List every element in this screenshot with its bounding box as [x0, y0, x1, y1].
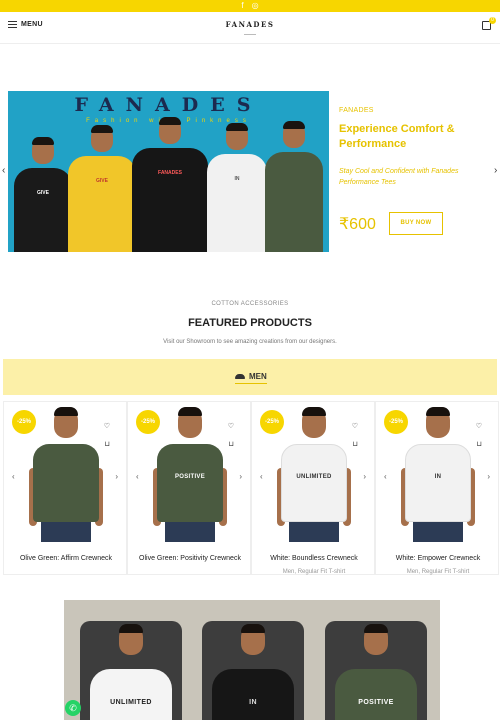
model-hair	[54, 407, 78, 416]
product-image[interactable]: UNLIMITED	[277, 407, 351, 548]
model-hair	[178, 407, 202, 416]
card-prev-arrow[interactable]: ‹	[260, 472, 263, 481]
product-name[interactable]: Olive Green: Affirm Crewneck	[8, 554, 124, 564]
section-kicker: COTTON ACCESSORIES	[211, 301, 289, 307]
hero-banner-image: FANADES Fashion with Pinkness GIVEGIVEFA…	[8, 91, 329, 252]
lookbook-photo[interactable]: IN	[202, 621, 304, 720]
lookbook-section: UNLIMITED IN POSITIVE	[64, 600, 440, 720]
card-next-arrow[interactable]: ›	[487, 472, 490, 481]
model-shirt	[281, 444, 347, 522]
hero-model-hair	[226, 123, 248, 131]
product-card[interactable]: -25% ♡ ⊔ ‹ › POSITIVE Olive Green: Posit…	[127, 401, 251, 575]
lookbook-shirt	[335, 669, 417, 720]
hero-model-2: GIVE	[68, 125, 136, 252]
model-hair	[426, 407, 450, 416]
lookbook-hair	[241, 624, 265, 633]
product-name[interactable]: White: Boundless Crewneck	[256, 554, 372, 564]
site-header: MENU FANADES 0	[0, 12, 500, 44]
model-pants	[413, 520, 463, 542]
lookbook-hair	[364, 624, 388, 633]
instagram-icon[interactable]: ◎	[252, 0, 259, 12]
hero-model-1: GIVE	[14, 137, 72, 252]
shirt-print: UNLIMITED	[296, 474, 332, 480]
shoe-icon	[235, 374, 245, 379]
shirt-print: IN	[434, 474, 442, 480]
lookbook-photo[interactable]: UNLIMITED	[80, 621, 182, 720]
hero-prev-arrow[interactable]: ‹	[2, 165, 5, 176]
lookbook-hair	[119, 624, 143, 633]
wishlist-icon[interactable]: ♡	[352, 422, 358, 430]
product-image[interactable]: POSITIVE	[153, 407, 227, 548]
site-logo[interactable]: FANADES	[0, 20, 500, 29]
wishlist-icon[interactable]: ♡	[104, 422, 110, 430]
shirt-print: POSITIVE	[174, 474, 206, 480]
tab-men-label: MEN	[249, 372, 267, 381]
lookbook-print: POSITIVE	[358, 699, 394, 706]
product-image[interactable]	[29, 407, 103, 548]
model-pants	[41, 520, 91, 542]
wishlist-icon[interactable]: ♡	[476, 422, 482, 430]
hero-model-hair	[32, 137, 54, 145]
model-hair	[302, 407, 326, 416]
hero-next-arrow[interactable]: ›	[494, 165, 497, 176]
hero-shirt-print: FANADES	[158, 170, 182, 176]
model-pants	[289, 520, 339, 542]
model-pants	[165, 520, 215, 542]
product-name[interactable]: White: Empower Crewneck	[380, 554, 496, 564]
add-to-cart-icon[interactable]: ⊔	[229, 440, 234, 448]
wishlist-icon[interactable]: ♡	[228, 422, 234, 430]
model-shirt	[157, 444, 223, 522]
hero-text-block: FANADES Experience Comfort & Performance…	[339, 107, 489, 188]
lookbook-shirt	[90, 669, 172, 720]
product-card[interactable]: -25% ♡ ⊔ ‹ › UNLIMITED White: Boundless …	[251, 401, 375, 575]
add-to-cart-icon[interactable]: ⊔	[477, 440, 482, 448]
model-shirt	[405, 444, 471, 522]
lookbook-print: UNLIMITED	[110, 699, 152, 706]
hero-price: ₹600	[339, 216, 376, 233]
hero-description: Stay Cool and Confident with Fanades Per…	[339, 168, 459, 186]
tab-men[interactable]: MEN	[235, 372, 267, 384]
hero-title: Experience Comfort & Performance	[339, 123, 455, 150]
hero-model-3: FANADES	[132, 117, 208, 252]
hero-kicker: FANADES	[339, 107, 374, 114]
whatsapp-icon[interactable]: ✆	[65, 700, 81, 716]
product-category: Men, Regular Fit T-shirt	[406, 569, 470, 575]
hero-shirt-print: GIVE	[37, 190, 49, 196]
top-announcement-bar: f ◎	[0, 0, 500, 12]
product-image[interactable]: IN	[401, 407, 475, 548]
hero-model-hair	[159, 117, 181, 125]
card-next-arrow[interactable]: ›	[115, 472, 118, 481]
card-prev-arrow[interactable]: ‹	[12, 472, 15, 481]
card-prev-arrow[interactable]: ‹	[136, 472, 139, 481]
hero-model-4: IN	[207, 123, 267, 252]
lookbook-print: IN	[249, 699, 257, 706]
section-title: FEATURED PRODUCTS	[188, 317, 312, 329]
hero-brand-logo: FANADES	[74, 94, 263, 116]
product-category: Men, Regular Fit T-shirt	[282, 569, 346, 575]
add-to-cart-icon[interactable]: ⊔	[353, 440, 358, 448]
hero-model-hair	[91, 125, 113, 133]
lookbook-shirt	[212, 669, 294, 720]
product-name[interactable]: Olive Green: Positivity Crewneck	[132, 554, 248, 564]
hero-shirt-print: GIVE	[96, 178, 108, 184]
hero-model-5	[265, 121, 323, 252]
cart-count-badge: 0	[489, 17, 496, 24]
add-to-cart-icon[interactable]: ⊔	[105, 440, 110, 448]
section-subtitle: Visit our Showroom to see amazing creati…	[163, 339, 337, 345]
category-tab-bar: MEN	[3, 359, 497, 395]
lookbook-photo[interactable]: POSITIVE	[325, 621, 427, 720]
model-shirt	[33, 444, 99, 522]
card-next-arrow[interactable]: ›	[363, 472, 366, 481]
card-next-arrow[interactable]: ›	[239, 472, 242, 481]
product-card[interactable]: -25% ♡ ⊔ ‹ › IN White: Empower Crewneck …	[375, 401, 499, 575]
product-card[interactable]: -25% ♡ ⊔ ‹ › Olive Green: Affirm Crewnec…	[3, 401, 127, 575]
hero-model-hair	[283, 121, 305, 129]
facebook-icon[interactable]: f	[241, 0, 243, 12]
hero-shirt-print: IN	[234, 176, 240, 182]
buy-now-button[interactable]: BUY NOW	[389, 212, 443, 235]
logo-underline	[244, 34, 256, 35]
card-prev-arrow[interactable]: ‹	[384, 472, 387, 481]
